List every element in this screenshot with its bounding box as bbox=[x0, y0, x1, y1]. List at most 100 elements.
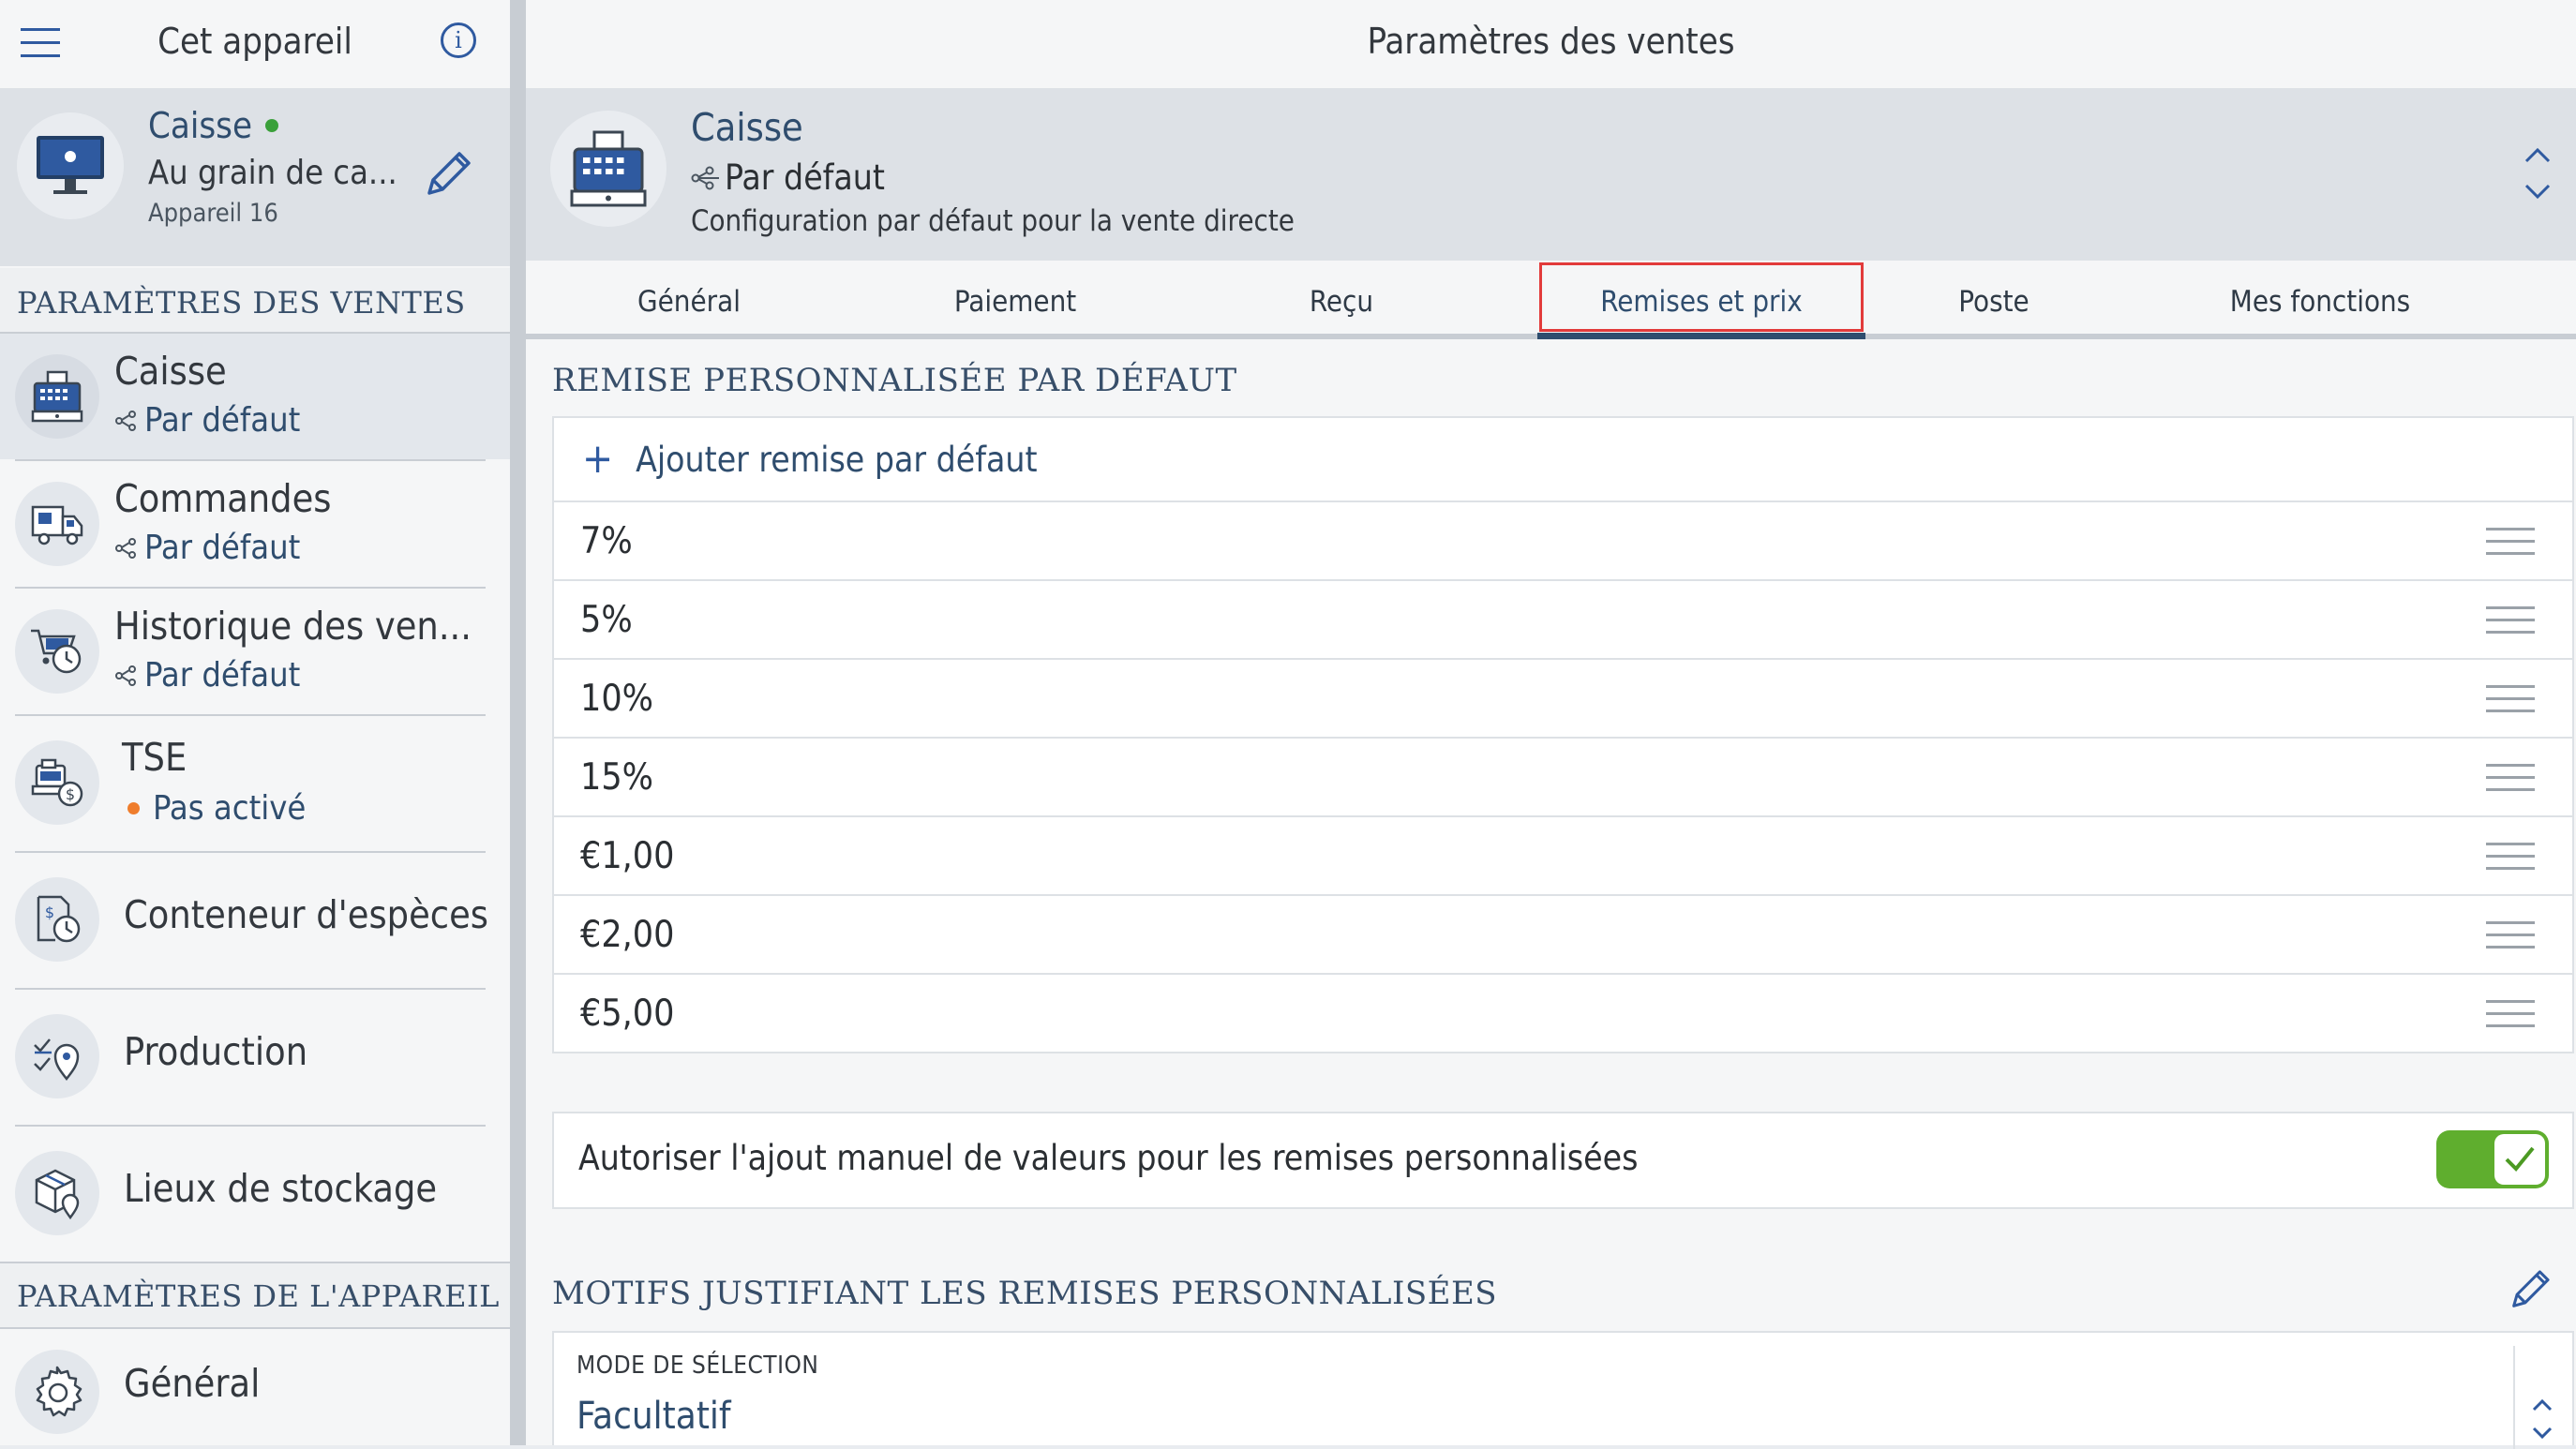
discount-reasons-title: MOTIFS JUSTIFIANT LES REMISES PERSONNALI… bbox=[552, 1275, 1498, 1312]
drag-handle-icon[interactable] bbox=[2486, 912, 2535, 958]
add-default-discount-label: Ajouter remise par défaut bbox=[636, 439, 1038, 480]
inactive-status-dot bbox=[127, 802, 140, 814]
sidebar-item-title: Historique des ven... bbox=[114, 604, 472, 649]
drag-handle-icon[interactable] bbox=[2486, 754, 2535, 800]
tab-general[interactable]: Général bbox=[526, 285, 852, 319]
chevron-up-down-icon[interactable] bbox=[2521, 141, 2554, 210]
device-settings-section-title: PARAMÈTRES DE L'APPAREIL bbox=[17, 1278, 500, 1314]
manual-discount-label: Autoriser l'ajout manuel de valeurs pour… bbox=[578, 1138, 1639, 1178]
sidebar-item-general[interactable]: Général bbox=[0, 1329, 510, 1445]
sidebar-item-title: Production bbox=[124, 1029, 308, 1074]
manual-discount-setting: Autoriser l'ajout manuel de valeurs pour… bbox=[552, 1112, 2574, 1209]
tab-poste[interactable]: Poste bbox=[1831, 285, 2157, 319]
cash-register-icon bbox=[15, 354, 99, 439]
selection-mode-value: Facultatif bbox=[577, 1395, 731, 1438]
edit-reasons-icon[interactable] bbox=[2506, 1265, 2554, 1318]
sidebar-item-commandes[interactable]: Commandes Par défaut bbox=[0, 461, 510, 587]
discount-value: 10% bbox=[580, 677, 653, 720]
sidebar-item-tse[interactable]: $ TSE Pas activé bbox=[0, 716, 510, 851]
device-card[interactable]: Caisse Au grain de ca... Appareil 16 bbox=[0, 88, 510, 266]
discount-value: €1,00 bbox=[580, 834, 675, 877]
discount-row[interactable]: 15% bbox=[552, 739, 2574, 817]
default-discount-title: REMISE PERSONNALISÉE PAR DÉFAUT bbox=[552, 362, 1237, 399]
sidebar-item-conteneur[interactable]: $ Conteneur d'espèces bbox=[0, 853, 510, 988]
discount-value: 5% bbox=[580, 598, 633, 641]
discount-value: 7% bbox=[580, 519, 633, 562]
discount-row[interactable]: 10% bbox=[552, 660, 2574, 739]
tse-icon: $ bbox=[15, 740, 99, 825]
info-icon[interactable]: i bbox=[441, 22, 476, 58]
sidebar-item-sub: Pas activé bbox=[127, 789, 306, 828]
chevron-up-down-icon[interactable] bbox=[2528, 1393, 2556, 1449]
discount-value: 15% bbox=[580, 755, 653, 799]
sidebar-item-historique[interactable]: Historique des ven... Par défaut bbox=[0, 589, 510, 714]
sidebar-item-sub: Par défaut bbox=[114, 401, 300, 440]
device-location: Au grain de ca... bbox=[148, 154, 397, 192]
profile-description: Configuration par défaut pour la vente d… bbox=[691, 204, 1295, 238]
check-icon bbox=[2494, 1134, 2545, 1185]
main-panel: Paramètres des ventes Caisse Par défaut … bbox=[526, 0, 2576, 1449]
edit-device-icon[interactable] bbox=[420, 146, 476, 206]
discount-value: €2,00 bbox=[580, 913, 675, 956]
sidebar-item-title: Lieux de stockage bbox=[124, 1166, 438, 1211]
sales-settings-section-title: PARAMÈTRES DES VENTES bbox=[17, 285, 466, 321]
share-link-icon bbox=[115, 537, 136, 559]
discount-row[interactable]: 7% bbox=[552, 502, 2574, 581]
tab-recu[interactable]: Reçu bbox=[1178, 285, 1505, 319]
tab-remises-et-prix[interactable]: Remises et prix bbox=[1539, 262, 1864, 332]
cash-register-icon bbox=[550, 111, 666, 227]
sidebar-item-title: Général bbox=[124, 1361, 261, 1406]
sidebar-item-lieux-de-stockage[interactable]: Lieux de stockage bbox=[0, 1127, 510, 1262]
drag-handle-icon[interactable] bbox=[2486, 597, 2535, 643]
sidebar-item-title: TSE bbox=[122, 735, 187, 780]
device-id: Appareil 16 bbox=[148, 199, 278, 228]
plus-icon: + bbox=[582, 435, 614, 483]
selection-mode-label: MODE DE SÉLECTION bbox=[577, 1352, 819, 1380]
drag-handle-icon[interactable] bbox=[2486, 991, 2535, 1037]
delivery-truck-icon bbox=[15, 482, 99, 566]
device-name: Caisse bbox=[148, 105, 252, 146]
profile-subtitle: Par défaut bbox=[725, 157, 885, 198]
production-icon bbox=[15, 1014, 99, 1098]
discount-value: €5,00 bbox=[580, 992, 675, 1035]
sidebar-item-production[interactable]: Production bbox=[0, 990, 510, 1125]
sales-history-icon bbox=[15, 609, 99, 694]
tab-bar: Général Paiement Reçu Remises et prix Po… bbox=[526, 261, 2576, 341]
page-title: Paramètres des ventes bbox=[1367, 21, 1735, 62]
profile-subtitle-row: Par défaut bbox=[691, 157, 885, 198]
manual-discount-toggle[interactable] bbox=[2436, 1130, 2549, 1188]
discount-row[interactable]: €2,00 bbox=[552, 896, 2574, 975]
selection-mode-field[interactable]: MODE DE SÉLECTION Facultatif bbox=[552, 1331, 2574, 1449]
share-link-icon bbox=[115, 665, 136, 686]
split-divider[interactable] bbox=[510, 0, 526, 1445]
svg-text:$: $ bbox=[45, 904, 54, 921]
tab-paiement[interactable]: Paiement bbox=[852, 285, 1178, 319]
tab-mes-fonctions[interactable]: Mes fonctions bbox=[2157, 285, 2483, 319]
active-tab-indicator bbox=[1537, 333, 1865, 339]
add-default-discount-button[interactable]: + Ajouter remise par défaut bbox=[552, 416, 2574, 502]
online-status-dot bbox=[265, 119, 278, 132]
svg-text:$: $ bbox=[66, 785, 75, 803]
share-link-icon bbox=[691, 166, 719, 189]
storage-icon bbox=[15, 1151, 99, 1235]
sidebar-item-sub: Par défaut bbox=[114, 529, 300, 567]
sidebar-item-sub: Par défaut bbox=[114, 656, 300, 695]
sidebar: Cet appareil i Caisse Au grain de ca... … bbox=[0, 0, 510, 1445]
discount-row[interactable]: 5% bbox=[552, 581, 2574, 660]
profile-card[interactable]: Caisse Par défaut Configuration par défa… bbox=[526, 88, 2576, 261]
sidebar-item-title: Conteneur d'espèces bbox=[124, 892, 488, 937]
cash-drawer-icon: $ bbox=[15, 877, 99, 962]
discount-row[interactable]: €1,00 bbox=[552, 817, 2574, 896]
drag-handle-icon[interactable] bbox=[2486, 518, 2535, 564]
device-name-row: Caisse bbox=[148, 105, 278, 146]
sidebar-item-caisse[interactable]: Caisse Par défaut bbox=[0, 334, 510, 459]
sidebar-item-title: Caisse bbox=[114, 349, 227, 394]
drag-handle-icon[interactable] bbox=[2486, 833, 2535, 879]
discount-row[interactable]: €5,00 bbox=[552, 975, 2574, 1053]
drag-handle-icon[interactable] bbox=[2486, 676, 2535, 722]
profile-title: Caisse bbox=[691, 105, 803, 150]
gear-icon bbox=[15, 1350, 99, 1434]
sales-settings-section: PARAMÈTRES DES VENTES bbox=[0, 268, 510, 332]
sidebar-item-title: Commandes bbox=[114, 476, 332, 521]
share-link-icon bbox=[115, 410, 136, 431]
